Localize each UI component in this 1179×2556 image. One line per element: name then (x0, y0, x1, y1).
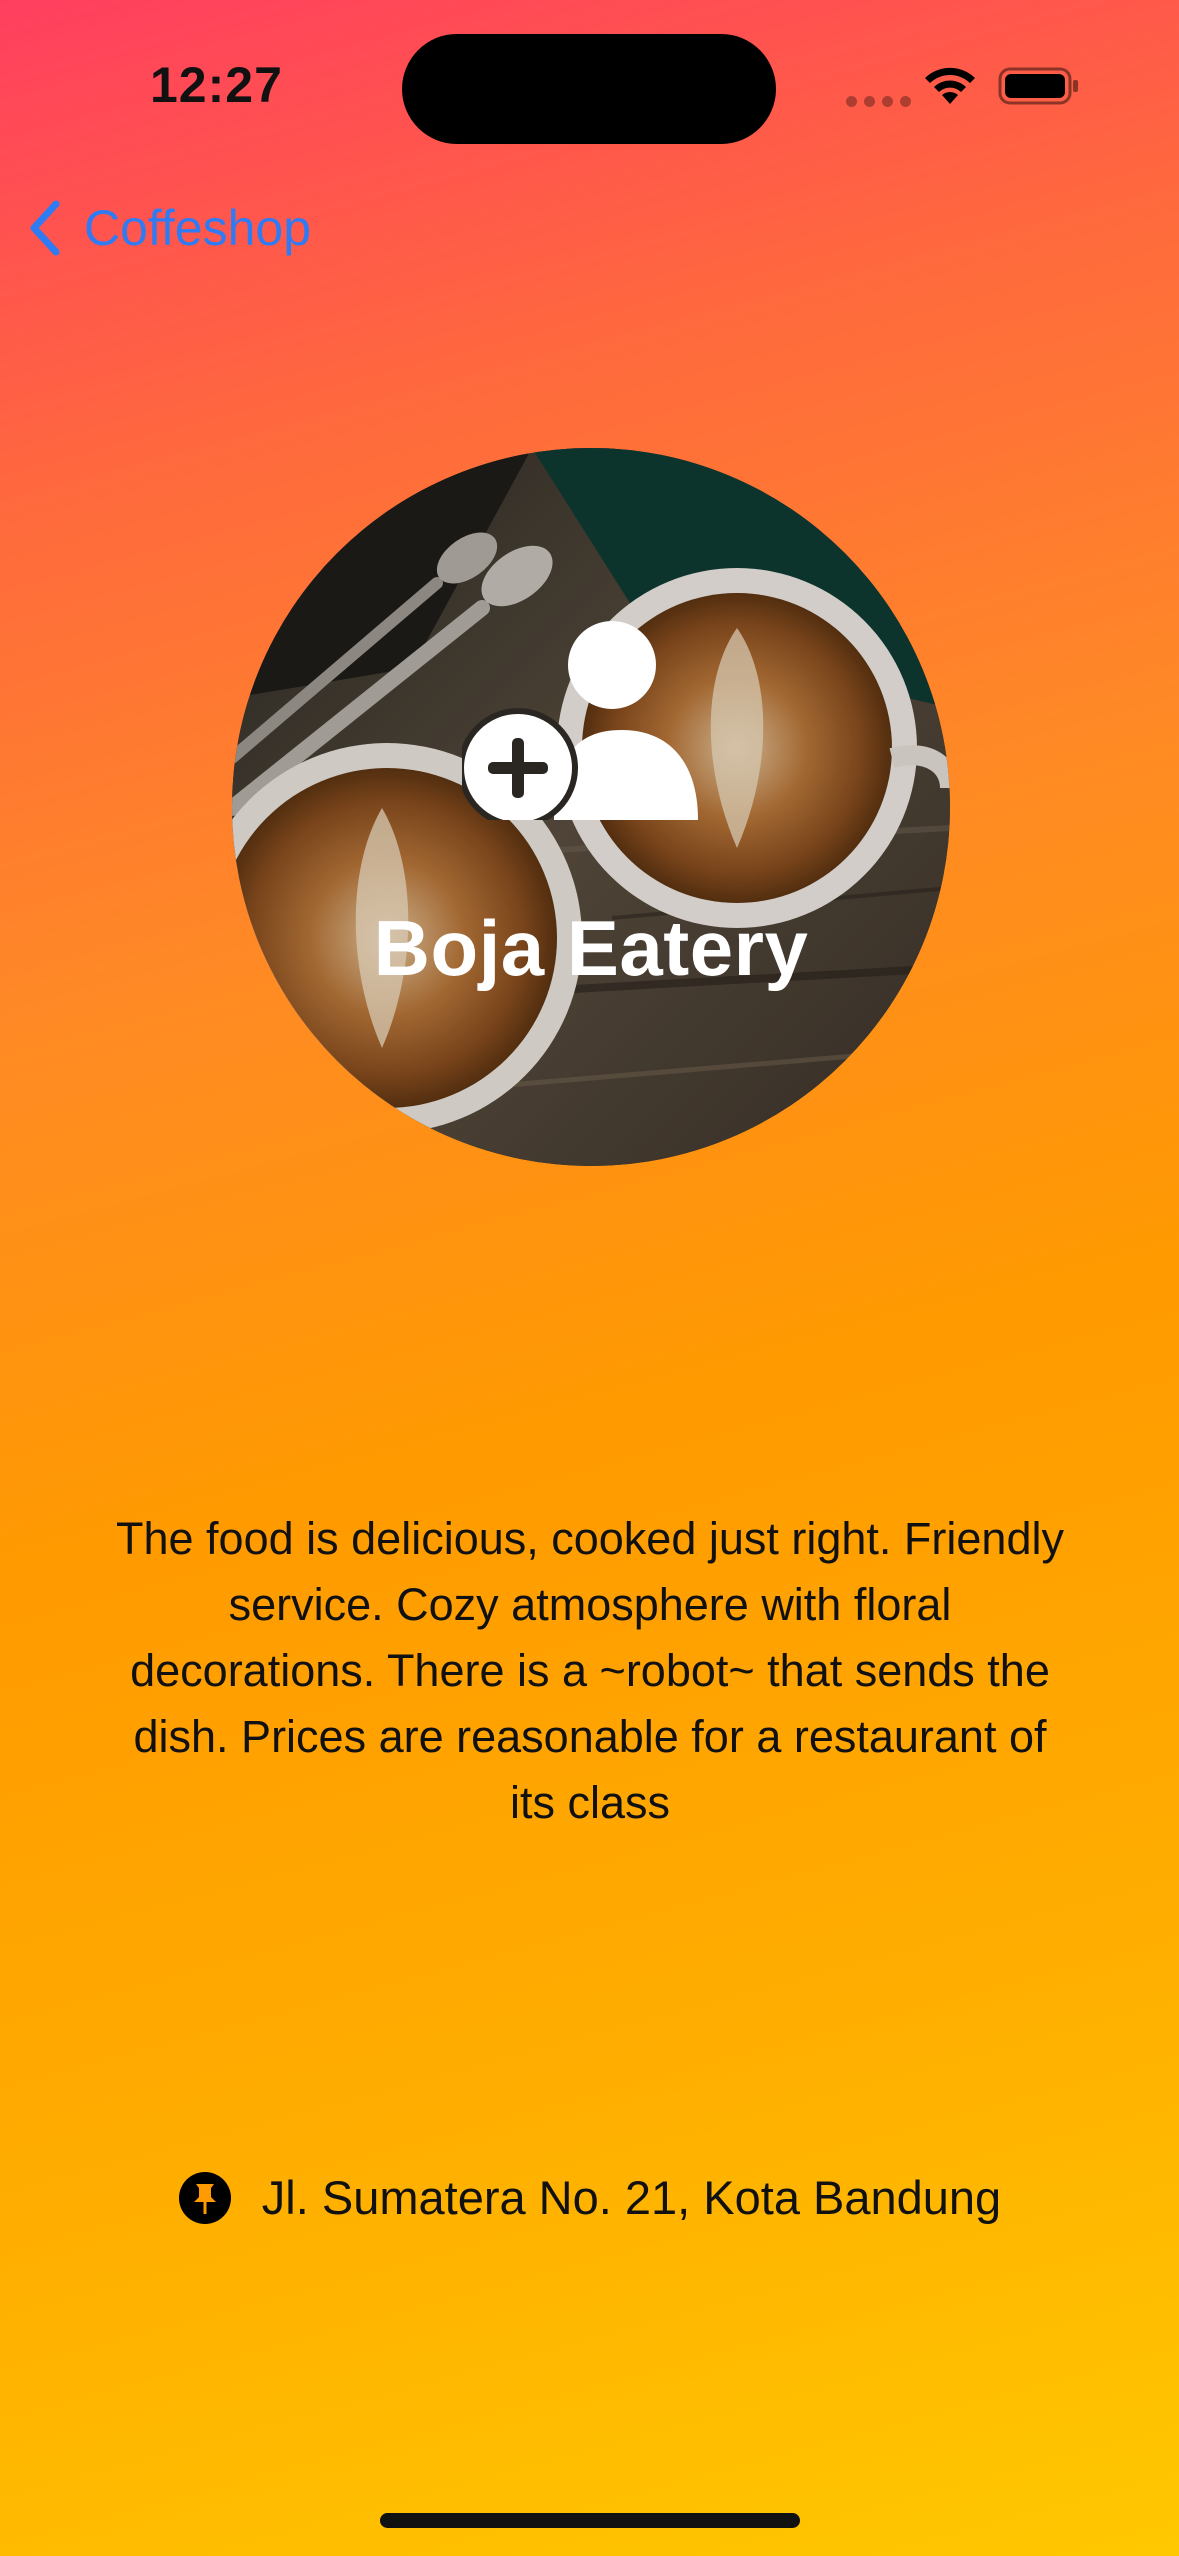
pin-icon (178, 2171, 231, 2224)
add-person-icon[interactable] (462, 620, 712, 820)
cellular-signal-icon (846, 96, 911, 107)
place-description: The food is delicious, cooked just right… (116, 1513, 1064, 1828)
address-text: Jl. Sumatera No. 21, Kota Bandung (261, 2171, 1002, 2224)
status-bar: 12:27 (0, 0, 1179, 170)
home-indicator[interactable] (380, 2513, 800, 2528)
back-button-label: Coffeshop (84, 200, 312, 256)
wifi-icon (925, 67, 975, 104)
chevron-left-icon (30, 200, 60, 256)
place-image[interactable]: Boja Eatery (232, 448, 950, 1166)
place-address: Jl. Sumatera No. 21, Kota Bandung (0, 2170, 1179, 2225)
back-button[interactable]: Coffeshop (24, 190, 311, 266)
dynamic-island (402, 34, 776, 144)
battery-icon (998, 67, 1078, 105)
place-name: Boja Eatery (373, 904, 809, 992)
status-time: 12:27 (150, 57, 283, 113)
